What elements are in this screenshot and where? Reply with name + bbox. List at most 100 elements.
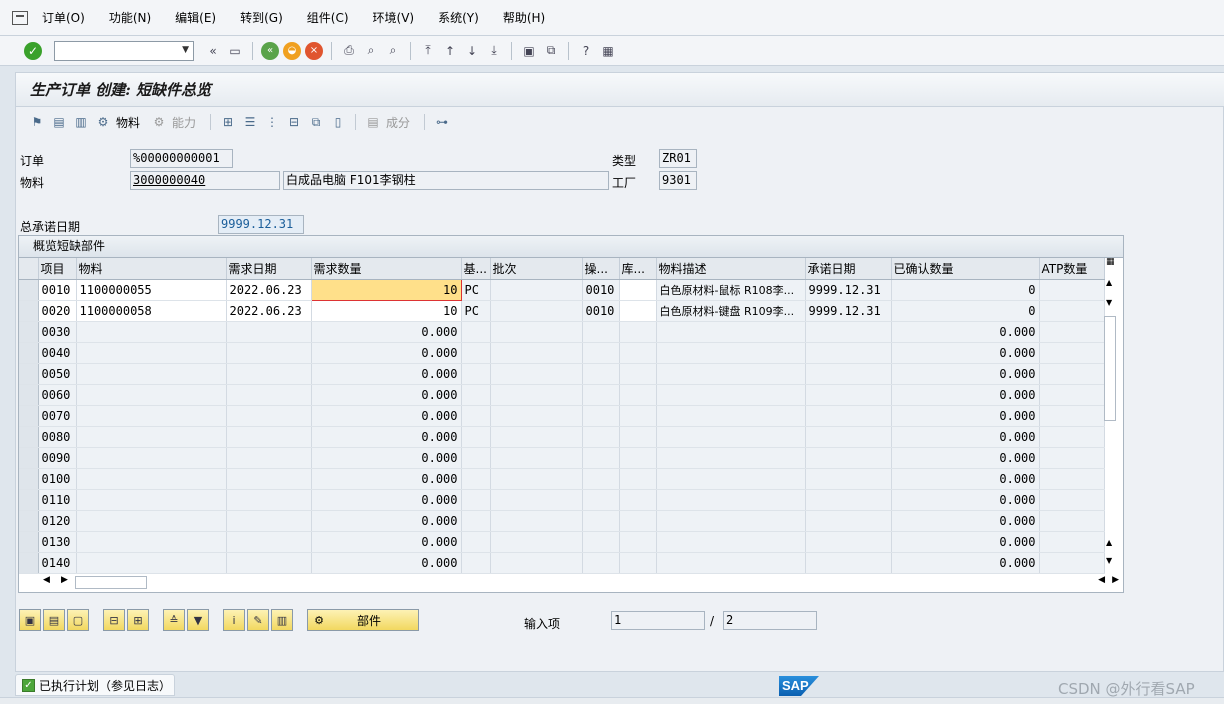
cell-req-qty[interactable]: 0.000: [311, 321, 462, 343]
table-row[interactable]: 0060 0.000 0.000: [19, 384, 1105, 406]
cell-batch[interactable]: [490, 342, 583, 364]
cell-commit-date[interactable]: 9999.12.31: [805, 279, 892, 301]
cell-confirmed-qty[interactable]: 0.000: [891, 405, 1040, 427]
cell-material[interactable]: [76, 531, 227, 553]
cell-item[interactable]: 0020: [38, 300, 77, 322]
vertical-scrollbar[interactable]: ▦ ▲ ▼ ▲ ▼: [1103, 257, 1117, 568]
table-row[interactable]: 0020 1100000058 2022.06.23 10 PC 0010 白色原材料-键盘…: [19, 300, 1105, 322]
cell-item[interactable]: 0130: [38, 531, 77, 553]
column-item[interactable]: 项目: [38, 258, 77, 280]
last-page-icon[interactable]: ⤓: [485, 42, 503, 60]
cell-confirmed-qty[interactable]: 0.000: [891, 531, 1040, 553]
cell-material-desc[interactable]: [656, 384, 806, 406]
select-all-column[interactable]: [19, 258, 39, 280]
cell-material-desc[interactable]: [656, 489, 806, 511]
cell-commit-date[interactable]: [805, 510, 892, 532]
cell-commit-date[interactable]: [805, 531, 892, 553]
cell-item[interactable]: 0100: [38, 468, 77, 490]
cell-batch[interactable]: [490, 426, 583, 448]
cell-req-date[interactable]: [226, 531, 312, 553]
cell-operation[interactable]: [582, 447, 620, 469]
cell-commit-date[interactable]: [805, 447, 892, 469]
cell-batch[interactable]: [490, 300, 583, 322]
first-page-icon[interactable]: ⤒: [419, 42, 437, 60]
cell-atp-qty[interactable]: [1039, 300, 1105, 322]
cell-unit[interactable]: [461, 468, 491, 490]
cell-req-date[interactable]: [226, 342, 312, 364]
cell-operation[interactable]: [582, 468, 620, 490]
table-row[interactable]: 0040 0.000 0.000: [19, 342, 1105, 364]
cell-atp-qty[interactable]: [1039, 321, 1105, 343]
cell-unit[interactable]: [461, 426, 491, 448]
table-row[interactable]: 0050 0.000 0.000: [19, 363, 1105, 385]
column-material[interactable]: 物料: [76, 258, 227, 280]
component-button-label[interactable]: 成分: [386, 114, 410, 131]
scroll-down-icon[interactable]: ▼: [1106, 298, 1112, 307]
column-req-date[interactable]: 需求日期: [226, 258, 312, 280]
row-selector[interactable]: [19, 300, 39, 322]
cell-batch[interactable]: [490, 363, 583, 385]
plant-field[interactable]: 9301: [659, 171, 697, 190]
cell-atp-qty[interactable]: [1039, 468, 1105, 490]
capacity-icon[interactable]: ⚙: [150, 113, 168, 131]
row-selector[interactable]: [19, 468, 39, 490]
cell-storage-location[interactable]: [619, 468, 657, 490]
exit-icon[interactable]: ◒: [283, 41, 301, 60]
cell-atp-qty[interactable]: [1039, 447, 1105, 469]
cell-commit-date[interactable]: [805, 363, 892, 385]
find-next-icon[interactable]: ⌕: [384, 42, 402, 60]
menu-order[interactable]: 订单(O): [42, 9, 85, 26]
cell-batch[interactable]: [490, 510, 583, 532]
cell-atp-qty[interactable]: [1039, 489, 1105, 511]
cell-confirmed-qty[interactable]: 0.000: [891, 426, 1040, 448]
cell-batch[interactable]: [490, 447, 583, 469]
cell-req-qty[interactable]: 10: [311, 300, 462, 322]
column-confirmed-qty[interactable]: 已确认数量: [891, 258, 1040, 280]
sort-icon[interactable]: ≙: [163, 609, 185, 631]
column-operation[interactable]: 操...: [582, 258, 620, 280]
cell-operation[interactable]: [582, 321, 620, 343]
cell-confirmed-qty[interactable]: 0: [891, 279, 1040, 301]
type-field[interactable]: ZR01: [659, 149, 697, 168]
shortcut-icon[interactable]: ⧉: [542, 42, 560, 60]
total-commit-date-field[interactable]: 9999.12.31: [218, 215, 304, 234]
cell-operation[interactable]: [582, 510, 620, 532]
column-req-qty[interactable]: 需求数量: [311, 258, 462, 280]
menu-system[interactable]: 系统(Y): [438, 9, 479, 26]
document-icon[interactable]: ▯: [329, 113, 347, 131]
cancel-icon[interactable]: ×: [305, 41, 323, 60]
table-row[interactable]: 0070 0.000 0.000: [19, 405, 1105, 427]
cell-storage-location[interactable]: [619, 552, 657, 574]
cell-unit[interactable]: [461, 342, 491, 364]
cell-operation[interactable]: [582, 426, 620, 448]
menu-help[interactable]: 帮助(H): [503, 9, 545, 26]
cell-req-date[interactable]: [226, 447, 312, 469]
cell-material-desc[interactable]: [656, 426, 806, 448]
cell-storage-location[interactable]: [619, 447, 657, 469]
table-row[interactable]: 0110 0.000 0.000: [19, 489, 1105, 511]
cell-unit[interactable]: [461, 489, 491, 511]
cell-batch[interactable]: [490, 384, 583, 406]
cell-unit[interactable]: [461, 405, 491, 427]
columns-icon[interactable]: ▥: [271, 609, 293, 631]
help-icon[interactable]: ?: [577, 42, 595, 60]
column-batch[interactable]: 批次: [490, 258, 583, 280]
cell-unit[interactable]: [461, 447, 491, 469]
scroll-thumb[interactable]: [1104, 316, 1116, 421]
cell-operation[interactable]: [582, 363, 620, 385]
deselect-all-icon[interactable]: ▢: [67, 609, 89, 631]
scroll-right-icon[interactable]: ▶: [1112, 575, 1119, 585]
cell-req-date[interactable]: [226, 552, 312, 574]
cell-material-desc[interactable]: [656, 405, 806, 427]
cell-commit-date[interactable]: [805, 384, 892, 406]
cell-storage-location[interactable]: [619, 384, 657, 406]
cell-item[interactable]: 0090: [38, 447, 77, 469]
cell-confirmed-qty[interactable]: 0: [891, 300, 1040, 322]
cell-material[interactable]: [76, 321, 227, 343]
cell-confirmed-qty[interactable]: 0.000: [891, 552, 1040, 574]
row-selector[interactable]: [19, 363, 39, 385]
system-menu-icon[interactable]: [12, 10, 28, 25]
cell-unit[interactable]: PC: [461, 279, 491, 301]
row-selector[interactable]: [19, 489, 39, 511]
cell-storage-location[interactable]: [619, 426, 657, 448]
